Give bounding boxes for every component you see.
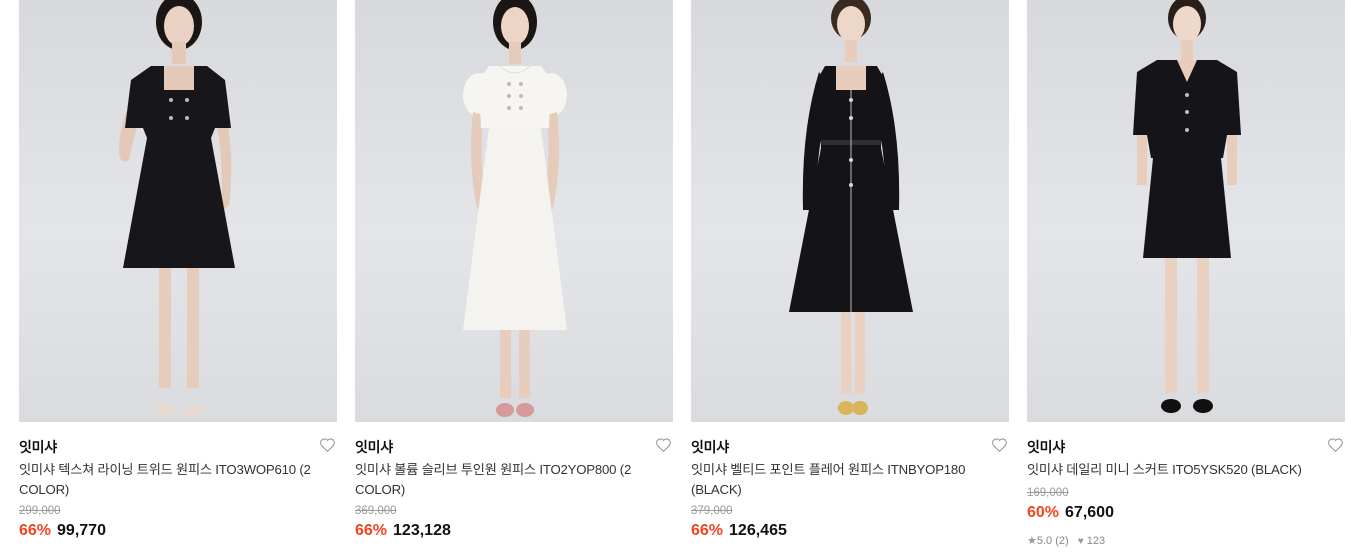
discount-rate: 66% bbox=[355, 522, 388, 539]
price-row: 60% 67,600 bbox=[1027, 504, 1114, 522]
discount-rate: 66% bbox=[691, 522, 724, 539]
brand-name: 잇미샤 bbox=[19, 439, 58, 455]
original-price: 169,000 bbox=[1027, 487, 1069, 499]
brand-name: 잇미샤 bbox=[355, 439, 394, 455]
product-image[interactable] bbox=[19, 0, 337, 422]
product-name[interactable]: 잇미샤 벨티드 포인트 플레어 원피스 ITNBYOP180 (BLACK) bbox=[691, 460, 991, 499]
product-image[interactable] bbox=[355, 0, 673, 422]
review-meta: ★5.0 (2) ♥ 123 bbox=[1027, 534, 1105, 547]
sale-price: 67,600 bbox=[1065, 504, 1114, 521]
sale-price: 123,128 bbox=[393, 522, 451, 539]
product-image[interactable] bbox=[691, 0, 1009, 422]
original-price: 379,000 bbox=[691, 505, 733, 517]
price-row: 66% 123,128 bbox=[355, 522, 451, 540]
sale-price: 126,465 bbox=[729, 522, 787, 539]
wishlist-heart-icon[interactable] bbox=[655, 437, 672, 453]
rating-text: 5.0 (2) bbox=[1036, 535, 1069, 547]
discount-rate: 60% bbox=[1027, 504, 1060, 521]
product-card[interactable]: 잇미샤 잇미샤 벨티드 포인트 플레어 원피스 ITNBYOP180 (BLAC… bbox=[691, 0, 1009, 553]
price-row: 66% 126,465 bbox=[691, 522, 787, 540]
product-card[interactable]: 잇미샤 잇미샤 볼륨 슬리브 투인원 원피스 ITO2YOP800 (2 COL… bbox=[355, 0, 673, 553]
product-name[interactable]: 잇미샤 텍스쳐 라이닝 트위드 원피스 ITO3WOP610 (2 COLOR) bbox=[19, 460, 319, 499]
product-card[interactable]: 잇미샤 잇미샤 데일리 미니 스커트 ITO5YSK520 (BLACK) 16… bbox=[1027, 0, 1345, 553]
brand-name: 잇미샤 bbox=[1027, 439, 1066, 455]
heart-filled-icon: ♥ bbox=[1077, 536, 1084, 547]
product-name[interactable]: 잇미샤 데일리 미니 스커트 ITO5YSK520 (BLACK) bbox=[1027, 460, 1327, 480]
product-image[interactable] bbox=[1027, 0, 1345, 422]
wishlist-heart-icon[interactable] bbox=[319, 437, 336, 453]
wishlist-heart-icon[interactable] bbox=[1327, 437, 1344, 453]
original-price: 369,000 bbox=[355, 505, 397, 517]
wishlist-heart-icon[interactable] bbox=[991, 437, 1008, 453]
product-card[interactable]: 잇미샤 잇미샤 텍스쳐 라이닝 트위드 원피스 ITO3WOP610 (2 CO… bbox=[19, 0, 337, 553]
star-icon: ★ bbox=[1027, 535, 1037, 547]
brand-name: 잇미샤 bbox=[691, 439, 730, 455]
original-price: 299,000 bbox=[19, 505, 61, 517]
product-name[interactable]: 잇미샤 볼륨 슬리브 투인원 원피스 ITO2YOP800 (2 COLOR) bbox=[355, 460, 655, 499]
likes-count: 123 bbox=[1086, 535, 1106, 547]
sale-price: 99,770 bbox=[57, 522, 106, 539]
product-grid: 잇미샤 잇미샤 텍스쳐 라이닝 트위드 원피스 ITO3WOP610 (2 CO… bbox=[0, 0, 1351, 553]
discount-rate: 66% bbox=[19, 522, 52, 539]
price-row: 66% 99,770 bbox=[19, 522, 106, 540]
